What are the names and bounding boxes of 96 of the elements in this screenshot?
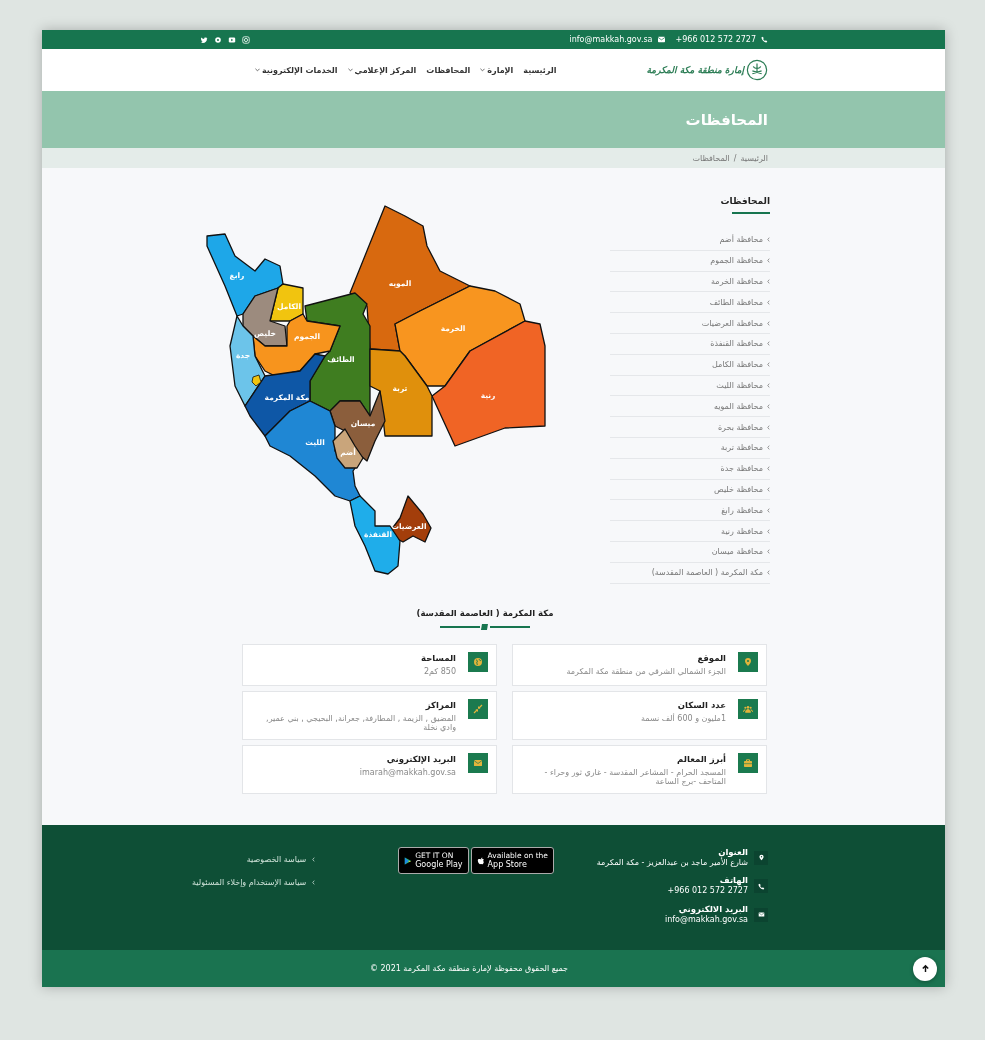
chevron-icon — [767, 507, 770, 513]
bird-icon[interactable] — [200, 35, 208, 44]
governorate-link[interactable]: محافظة تربة — [610, 437, 770, 459]
section-title: مكة المكرمة ( العاصمة المقدسة) — [416, 608, 554, 618]
governorate-link[interactable]: محافظة الكامل — [610, 354, 770, 376]
info-label: البريد الإلكتروني — [385, 754, 456, 764]
governorate-link[interactable]: محافظة الطائف — [610, 292, 770, 314]
breadcrumb-separator: / — [733, 153, 737, 163]
governorate-link[interactable]: محافظة المويه — [610, 396, 770, 418]
back-to-top-button[interactable] — [913, 956, 937, 981]
chevron-icon — [767, 382, 770, 388]
arrow-up-icon — [920, 964, 930, 973]
governorate-link[interactable]: محافظة الجموم — [610, 250, 770, 272]
chevron-icon — [767, 528, 770, 534]
breadcrumb-link[interactable]: الرئيسية — [740, 153, 768, 163]
governorate-link[interactable]: محافظة العرضيات — [610, 313, 770, 334]
info-label: المراكز — [424, 700, 456, 710]
nav-link[interactable]: الإمارة — [480, 65, 514, 75]
people-icon — [743, 704, 753, 714]
info-value: 1مليون و 600 ألف نسمة — [640, 714, 726, 723]
chevron-icon — [767, 549, 770, 555]
title-underline — [732, 212, 770, 214]
nav-link[interactable]: الخدمات الإلكترونية — [254, 65, 338, 75]
chevron-icon — [767, 320, 770, 326]
chevron-icon — [767, 279, 770, 284]
contact-label: الهاتف — [719, 875, 748, 887]
governorate-link[interactable]: محافظة أضم — [610, 230, 770, 251]
arrows-icon — [473, 704, 483, 714]
footer-link[interactable]: سياسة الإستخدام وإخلاء المسئولية — [192, 878, 316, 887]
envelope-icon — [473, 758, 483, 768]
info-value: imarah@makkah.gov.sa — [358, 768, 456, 777]
chevron-icon — [312, 857, 316, 862]
chevron-icon — [767, 299, 770, 305]
copyright-text: جميع الحقوق محفوظة لإمارة منطقة مكة المكرمة 2021 © — [369, 964, 568, 973]
map-pin-icon — [757, 854, 765, 862]
info-label: المساحة — [420, 653, 456, 663]
map-region[interactable] — [251, 374, 262, 387]
envelope-icon — [757, 911, 765, 919]
circle-icon[interactable] — [214, 35, 222, 44]
governorate-link[interactable]: محافظة ميسان — [610, 541, 770, 563]
nav-link[interactable]: الرئيسية — [523, 65, 557, 75]
governorate-link[interactable]: محافظة خليص — [610, 479, 770, 501]
phone-number[interactable]: +966 012 572 2727 — [675, 35, 756, 44]
governorate-link[interactable]: محافظة رابغ — [610, 500, 770, 522]
governorate-link[interactable]: محافظة الخرمة — [610, 271, 770, 293]
play-icon[interactable] — [228, 35, 236, 44]
contact-value: +966 012 572 2727 — [667, 886, 748, 897]
contact-label: البريد الالكتروني — [678, 903, 748, 915]
chevron-icon — [767, 258, 770, 264]
map-region[interactable] — [431, 320, 546, 447]
chevron-icon — [767, 466, 770, 472]
camera-icon[interactable] — [242, 35, 250, 44]
envelope-icon — [657, 36, 665, 43]
nav-link[interactable]: المحافظات — [426, 65, 471, 75]
sidebar-title: المحافظات — [719, 196, 770, 206]
page-title: المحافظات — [685, 110, 768, 129]
contact-value: شارع الأمير ماجد بن عبدالعزيز - مكة المكرمة — [596, 858, 748, 869]
logo-text[interactable]: إمارة منطقة مكة المكرمة — [646, 65, 744, 75]
map-pin-icon — [743, 657, 753, 667]
info-value: الجزء الشمالي الشرقي من منطقة مكة المكرمة — [565, 667, 726, 676]
chevron-icon — [312, 880, 316, 885]
contact-value: info@makkah.gov.sa — [664, 914, 748, 926]
governorate-link[interactable]: محافظة بحرة — [610, 417, 770, 438]
emblem-icon[interactable] — [746, 59, 768, 81]
governorate-link[interactable]: محافظة القنفذة — [610, 334, 770, 355]
governorate-link[interactable]: مكة المكرمة ( العاصمة المقدسة) — [610, 562, 770, 584]
info-value: المسجد الحرام - المشاعر المقدسة - غاري ثور وحراء - المتاحف -برج الساعة — [543, 768, 726, 786]
chevron-icon — [767, 403, 770, 409]
governorate-link[interactable]: محافظة رنية — [610, 521, 770, 542]
map-region[interactable] — [329, 390, 386, 462]
briefcase-icon — [743, 758, 753, 768]
chevron-icon — [767, 570, 770, 576]
chevron-icon — [767, 486, 770, 492]
governorate-link[interactable]: محافظة الليث — [610, 375, 770, 397]
map-region[interactable] — [349, 205, 471, 352]
contact-label: العنوان — [717, 847, 748, 857]
apple-icon — [476, 856, 485, 865]
chevron-icon — [767, 445, 770, 451]
email-address[interactable]: info@makkah.gov.sa — [569, 35, 653, 44]
governorate-link[interactable]: محافظة جدة — [610, 458, 770, 480]
nav-link[interactable]: المركز الإعلامي — [347, 65, 417, 75]
footer-link[interactable]: سياسة الخصوصية — [192, 855, 316, 864]
info-label: الموقع — [696, 653, 726, 663]
info-label: أبرز المعالم — [676, 754, 726, 764]
info-value: 850 كم2 — [422, 667, 456, 676]
globe-icon — [473, 657, 483, 667]
info-label: عدد السكان — [676, 700, 726, 710]
chevron-icon — [767, 362, 770, 368]
info-value: المضيق , الزيمة , المطارفة, جعرانة, البحيجي , بني عمير, وادي نخلة — [265, 714, 456, 732]
chevron-icon — [767, 424, 770, 430]
chevron-icon — [767, 341, 770, 347]
chevron-icon — [767, 237, 770, 243]
map-region[interactable] — [332, 428, 364, 469]
play-triangle-icon — [404, 856, 413, 865]
phone-icon — [757, 882, 765, 890]
phone-icon — [761, 36, 768, 43]
